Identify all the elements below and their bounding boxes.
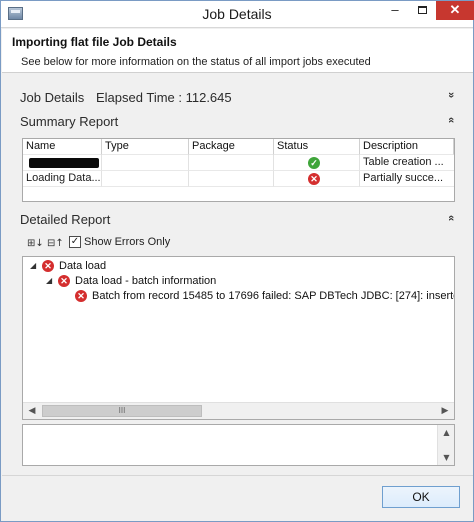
table-row[interactable]: ✓ Table creation ... [23,155,454,171]
dialog-header: Importing flat file Job Details See belo… [2,29,473,73]
scroll-left-icon[interactable]: ◀ [24,404,40,418]
row-name-cell [23,155,102,171]
tree-item-data-load[interactable]: ◢ ✕ Data load [23,259,453,274]
detailed-collapse-icon[interactable]: « [445,215,457,221]
scroll-thumb[interactable]: III [42,405,202,417]
error-icon: ✕ [308,173,320,185]
header-subtitle: See below for more information on the st… [21,56,371,68]
collapse-triangle-icon[interactable]: ◢ [30,259,36,273]
tree-item-batch-error[interactable]: ✕ Batch from record 15485 to 17696 faile… [23,289,455,304]
scroll-right-icon[interactable]: ▶ [437,404,453,418]
job-details-window: Job Details – ✕ Importing flat file Job … [0,0,474,522]
column-header-package[interactable]: Package [189,139,274,155]
vertical-scrollbar[interactable]: ▲ ▼ [437,425,454,465]
row-description-cell: Table creation ... [360,155,454,171]
detailed-report-tree: ◢ ✕ Data load ◢ ✕ Data load - batch info… [22,256,455,420]
tree-item-label: Batch from record 15485 to 17696 failed:… [92,290,455,302]
summary-report-title: Summary Report [20,114,119,129]
tree-item-label: Data load - batch information [75,275,217,287]
detailed-report-title: Detailed Report [20,212,111,227]
elapsed-time-label: Elapsed Time : 112.645 [96,90,232,105]
row-package-cell [189,155,274,171]
maximize-icon [417,6,427,14]
ok-button[interactable]: OK [382,486,460,508]
summary-collapse-icon[interactable]: « [445,117,457,123]
show-errors-only-label[interactable]: Show Errors Only [84,236,170,248]
column-header-name[interactable]: Name [23,139,102,155]
column-header-status[interactable]: Status [274,139,360,155]
row-name-cell: Loading Data... [23,171,102,187]
maximize-button[interactable] [409,1,435,20]
tree-item-label: Data load [59,260,107,272]
title-bar: Job Details – ✕ [1,1,474,28]
show-errors-only-checkbox[interactable]: ✓ [69,236,81,248]
row-type-cell [102,155,189,171]
close-button[interactable]: ✕ [436,1,474,20]
header-title: Importing flat file Job Details [12,35,177,49]
scroll-down-icon[interactable]: ▼ [440,451,453,464]
error-icon: ✕ [58,275,70,287]
scroll-up-icon[interactable]: ▲ [440,426,453,439]
horizontal-scrollbar[interactable]: ◀ III ▶ [23,402,454,419]
table-header-row: Name Type Package Status Description [23,139,454,155]
job-details-expand-icon[interactable]: » [445,92,457,98]
error-icon: ✕ [75,290,87,302]
message-text-area[interactable] [22,424,455,466]
row-status-cell: ✓ [274,155,360,171]
collapse-triangle-icon[interactable]: ◢ [46,274,52,288]
column-header-description[interactable]: Description [360,139,454,155]
column-header-type[interactable]: Type [102,139,189,155]
row-type-cell [102,171,189,187]
redacted-name [29,158,99,168]
table-row[interactable]: Loading Data... ✕ Partially succe... [23,171,454,187]
tree-item-batch-information[interactable]: ◢ ✕ Data load - batch information [23,274,453,289]
row-description-cell: Partially succe... [360,171,454,187]
row-status-cell: ✕ [274,171,360,187]
error-icon: ✕ [42,260,54,272]
footer-divider [2,475,473,476]
collapse-all-icon[interactable]: ⊟↑ [47,238,64,249]
row-package-cell [189,171,274,187]
success-icon: ✓ [308,157,320,169]
minimize-button[interactable]: – [382,1,408,20]
summary-table: Name Type Package Status Description ✓ T… [22,138,455,202]
job-details-label: Job Details [20,90,85,105]
expand-all-icon[interactable]: ⊞↓ [27,238,44,249]
